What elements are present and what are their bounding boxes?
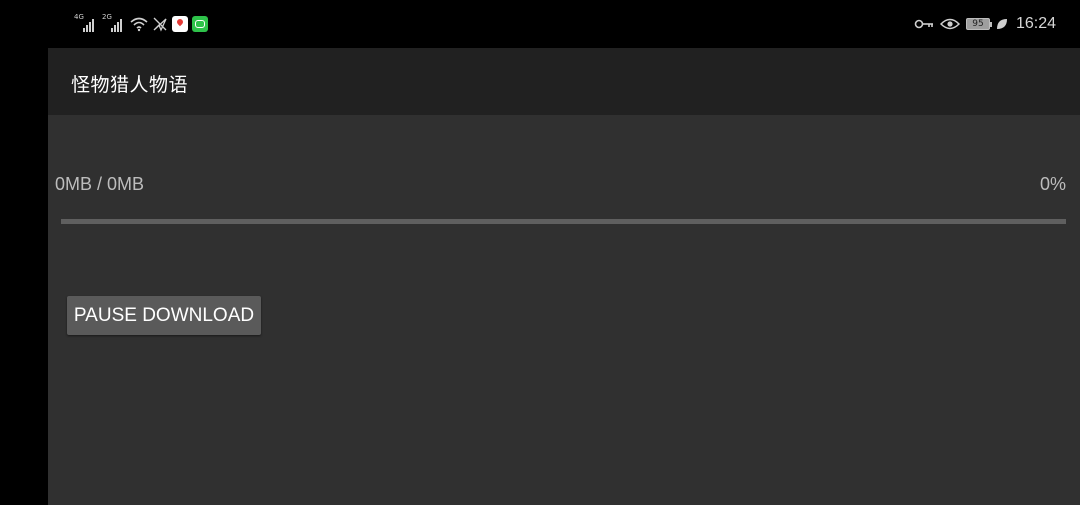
leaf-icon xyxy=(996,19,1007,29)
page-title: 怪物猎人物语 xyxy=(71,75,189,96)
wifi-icon xyxy=(130,17,148,32)
key-icon xyxy=(914,19,933,29)
download-size-text: 0MB / 0MB xyxy=(55,174,145,194)
battery-icon: 95 xyxy=(965,18,992,30)
status-bar: 4G 2G 95 16:24 xyxy=(0,0,1080,48)
eye-comfort-icon xyxy=(939,18,960,30)
maps-app-icon xyxy=(172,16,188,32)
sim1-signal-icon: 4G xyxy=(74,14,98,34)
status-left: 4G 2G xyxy=(74,13,208,35)
download-screen: 怪物猎人物语 0MB / 0MB 0% PAUSE DOWNLOAD xyxy=(48,48,1080,505)
status-clock: 16:24 xyxy=(1015,15,1056,32)
download-percent-text: 0% xyxy=(1039,174,1066,194)
sim2-signal-icon: 2G xyxy=(102,14,126,34)
pause-download-button[interactable]: PAUSE DOWNLOAD xyxy=(67,296,261,335)
status-right: 95 16:24 xyxy=(914,13,1056,35)
no-location-icon xyxy=(153,17,167,32)
wechat-app-icon xyxy=(192,16,208,32)
app-toolbar: 怪物猎人物语 xyxy=(48,48,1080,115)
download-progress-bar xyxy=(61,219,1066,224)
